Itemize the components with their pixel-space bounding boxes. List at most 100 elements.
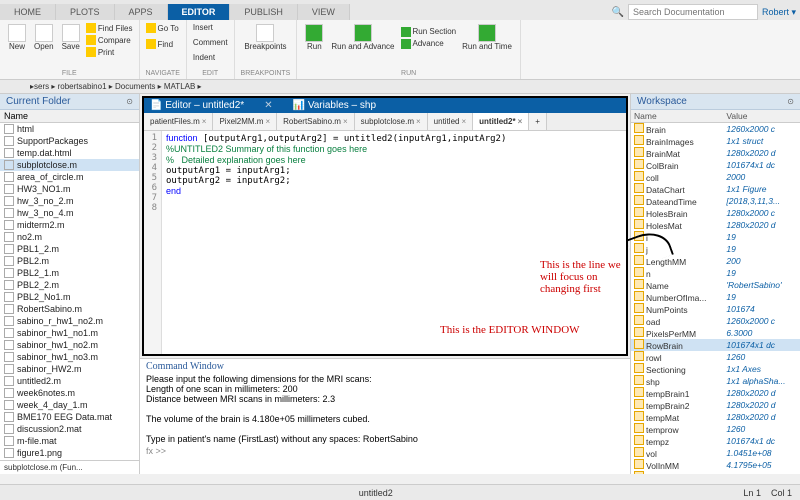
table-row[interactable]: DateandTime[2018,3,11,3... [631, 195, 800, 207]
close-icon[interactable]: × [343, 117, 348, 126]
table-row[interactable]: RowBrain101674x1 dc [631, 339, 800, 351]
editor-tab[interactable]: untitled2* × [473, 113, 529, 130]
save-button[interactable]: Save [60, 22, 82, 58]
list-item[interactable]: RobertSabino.m [0, 303, 139, 315]
breakpoints-button[interactable]: Breakpoints [241, 22, 291, 53]
list-item[interactable]: subplotclose.m [0, 159, 139, 171]
table-row[interactable]: tempBrain21280x2020 d [631, 399, 800, 411]
list-item[interactable]: midterm2.m [0, 219, 139, 231]
table-row[interactable]: n19 [631, 267, 800, 279]
run-button[interactable]: Run [303, 22, 325, 53]
list-item[interactable]: sabinor_hw1_no2.m [0, 339, 139, 351]
list-item[interactable]: PBL2_2.m [0, 279, 139, 291]
editor-titlebar[interactable]: 📄 Editor – untitled2* ✕ 📊 Variables – sh… [144, 98, 626, 113]
list-item[interactable]: sabinor_HW2.m [0, 363, 139, 375]
compare-button[interactable]: Compare [86, 34, 133, 46]
print-button[interactable]: Print [86, 46, 133, 58]
close-icon[interactable]: × [518, 117, 523, 126]
table-row[interactable]: oad1260x2000 c [631, 315, 800, 327]
search-input[interactable] [628, 4, 758, 20]
editor-tab[interactable]: subplotclose.m × [355, 113, 428, 130]
panel-menu-icon[interactable]: ⊙ [126, 97, 133, 106]
table-row[interactable]: NumPoints101674 [631, 303, 800, 315]
workspace-table[interactable]: NameValue Brain1260x2000 cBrainImages1x1… [631, 110, 800, 474]
table-row[interactable]: tempBrain11280x2020 d [631, 387, 800, 399]
goto-button[interactable]: Go To [146, 22, 180, 34]
open-button[interactable]: Open [32, 22, 56, 58]
table-row[interactable]: xBrain256354x1 dc [631, 471, 800, 474]
close-icon[interactable]: × [202, 117, 207, 126]
table-row[interactable]: BrainImages1x1 struct [631, 135, 800, 147]
tab-plots[interactable]: PLOTS [56, 4, 115, 20]
table-row[interactable]: tempz101674x1 dc [631, 435, 800, 447]
close-icon[interactable]: × [265, 117, 270, 126]
editor-tab[interactable]: patientFiles.m × [144, 113, 213, 130]
table-row[interactable]: rowl1260 [631, 351, 800, 363]
list-item[interactable]: PBL2_1.m [0, 267, 139, 279]
table-row[interactable]: temprow1260 [631, 423, 800, 435]
tab-publish[interactable]: PUBLISH [230, 4, 298, 20]
find-files-button[interactable]: Find Files [86, 22, 133, 34]
list-item[interactable]: no2.m [0, 231, 139, 243]
table-row[interactable]: HolesBrain1280x2000 c [631, 207, 800, 219]
tab-view[interactable]: VIEW [298, 4, 350, 20]
table-row[interactable]: tempMat1280x2020 d [631, 411, 800, 423]
list-item[interactable]: m-file.mat [0, 435, 139, 447]
list-item[interactable]: sabinor_hw1_no3.m [0, 351, 139, 363]
list-item[interactable]: PBL2_No1.m [0, 291, 139, 303]
list-item[interactable]: hw_3_no_4.m [0, 207, 139, 219]
table-row[interactable]: DataChart1x1 Figure [631, 183, 800, 195]
breadcrumb[interactable]: ▸sers ▸ robertsabino1 ▸ Documents ▸ MATL… [0, 80, 800, 94]
list-item[interactable]: untitled2.m [0, 375, 139, 387]
table-row[interactable]: Brain1260x2000 c [631, 123, 800, 136]
list-item[interactable]: area_of_circle.m [0, 171, 139, 183]
table-row[interactable]: Name'RobertSabino' [631, 279, 800, 291]
table-row[interactable]: BrainMat1280x2020 d [631, 147, 800, 159]
run-advance-button[interactable]: Run and Advance [329, 22, 396, 53]
code-area[interactable]: function [outputArg1,outputArg2] = untit… [162, 131, 626, 354]
table-row[interactable]: vol1.0451e+08 [631, 447, 800, 459]
user-menu[interactable]: Robert ▾ [762, 7, 796, 18]
tab-editor[interactable]: EDITOR [168, 4, 231, 20]
run-section-button[interactable]: Run Section [401, 26, 457, 38]
list-item[interactable]: HW3_NO1.m [0, 183, 139, 195]
find-button[interactable]: Find [146, 38, 180, 50]
table-row[interactable]: NumberOfIma...19 [631, 291, 800, 303]
column-header-name[interactable]: Name [4, 111, 28, 121]
list-item[interactable]: temp.dat.html [0, 147, 139, 159]
list-item[interactable]: week6notes.m [0, 387, 139, 399]
tab-home[interactable]: HOME [0, 4, 56, 20]
close-icon[interactable]: × [461, 117, 466, 126]
list-item[interactable]: PBL1_2.m [0, 243, 139, 255]
editor-tab[interactable]: Pixel2MM.m × [213, 113, 277, 130]
comment-button[interactable]: Comment [193, 37, 228, 48]
indent-button[interactable]: Indent [193, 52, 228, 63]
table-row[interactable]: ColBrain101674x1 dc [631, 159, 800, 171]
editor-tab[interactable]: RobertSabino.m × [277, 113, 354, 130]
table-row[interactable]: Sectioning1x1 Axes [631, 363, 800, 375]
table-row[interactable]: shp1x1 alphaSha... [631, 375, 800, 387]
new-tab-button[interactable]: + [529, 113, 547, 130]
run-time-button[interactable]: Run and Time [460, 22, 514, 53]
panel-menu-icon[interactable]: ⊙ [787, 97, 794, 106]
table-row[interactable]: PixelsPerMM6.3000 [631, 327, 800, 339]
list-item[interactable]: figure1.png [0, 447, 139, 459]
list-item[interactable]: sabinor_hw1_no1.m [0, 327, 139, 339]
table-row[interactable]: coll2000 [631, 171, 800, 183]
list-item[interactable]: BME170 EEG Data.mat [0, 411, 139, 423]
list-item[interactable]: html [0, 123, 139, 135]
close-icon[interactable]: × [416, 117, 421, 126]
command-window[interactable]: Command Window Please input the followin… [140, 358, 630, 474]
list-item[interactable]: week_4_day_1.m [0, 399, 139, 411]
list-item[interactable]: hw_3_no_2.m [0, 195, 139, 207]
advance-button[interactable]: Advance [401, 38, 457, 50]
table-row[interactable]: VolInMM4.1795e+05 [631, 459, 800, 471]
new-button[interactable]: New [6, 22, 28, 58]
insert-button[interactable]: Insert [193, 22, 228, 33]
editor-tab[interactable]: untitled × [428, 113, 473, 130]
list-item[interactable]: PBL2.m [0, 255, 139, 267]
tab-apps[interactable]: APPS [115, 4, 168, 20]
list-item[interactable]: discussion2.mat [0, 423, 139, 435]
table-row[interactable]: HolesMat1280x2020 d [631, 219, 800, 231]
list-item[interactable]: sabino_r_hw1_no2.m [0, 315, 139, 327]
